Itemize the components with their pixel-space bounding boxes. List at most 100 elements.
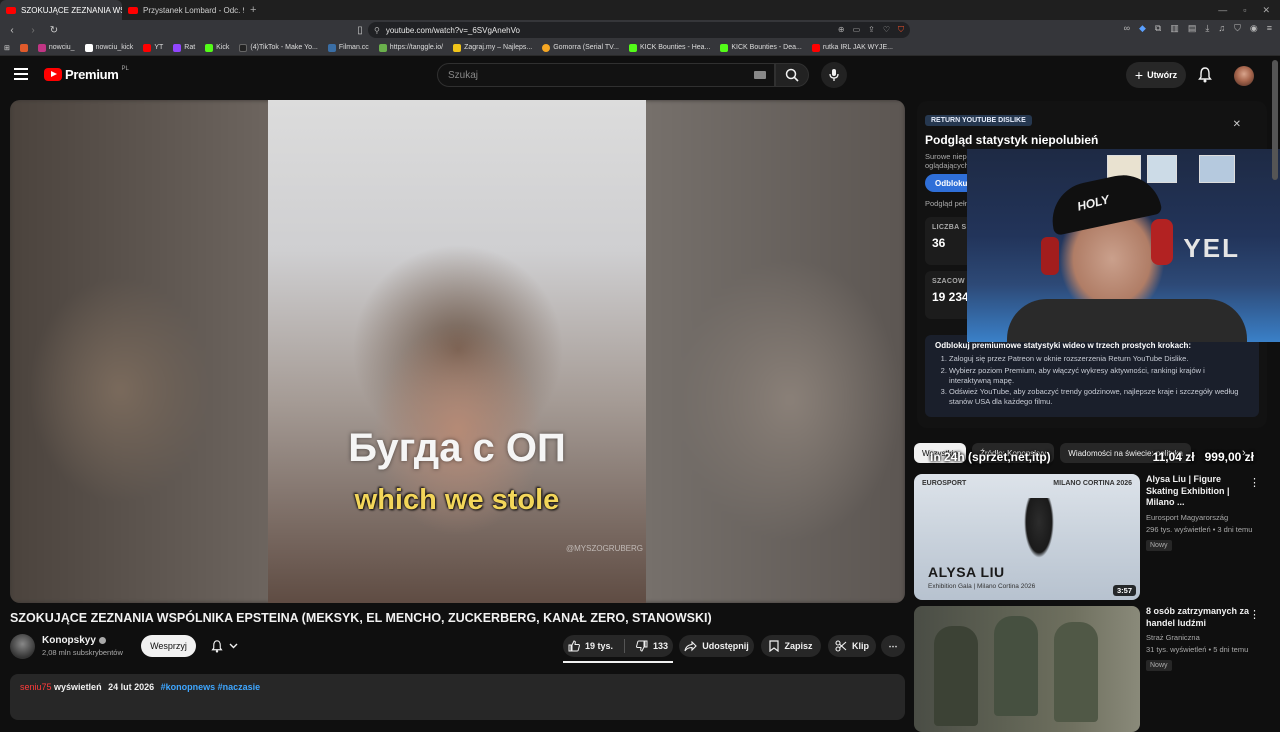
- like-ratio-bar: [563, 661, 673, 663]
- bookmark-item[interactable]: Zagraj.my – Najleps...: [453, 43, 532, 52]
- bookmark-item[interactable]: (4)TikTok - Make Yo...: [239, 43, 318, 52]
- bookmark-item[interactable]: Rat: [173, 43, 195, 52]
- logo-text: Premium: [65, 67, 119, 82]
- save-button[interactable]: Zapisz: [761, 635, 821, 657]
- profile-icon[interactable]: ◉: [1250, 23, 1258, 34]
- voice-search-button[interactable]: [821, 62, 847, 88]
- extensions-icon[interactable]: ⧉: [1155, 23, 1161, 34]
- share-button[interactable]: Udostępnij: [679, 635, 754, 657]
- stream-goal-current: 11,04 zł: [1152, 450, 1195, 464]
- hamburger-menu-icon[interactable]: [14, 68, 28, 80]
- more-options-icon[interactable]: ⋮: [1249, 476, 1260, 489]
- sidebar-icon[interactable]: ▥: [1170, 23, 1179, 34]
- account-avatar[interactable]: [1234, 66, 1254, 86]
- bookmark-item[interactable]: nowciu_kick: [84, 43, 133, 52]
- kick-icon: [205, 43, 214, 52]
- address-bar-row: ‹ › ↻ ▯ ⚲ youtube.com/watch?v=_6SVgAnehV…: [0, 20, 1280, 40]
- close-icon[interactable]: ✕: [1233, 119, 1241, 130]
- video-player[interactable]: Бугда с ОП which we stole @MYSZOGRUBERG: [10, 100, 905, 603]
- video-watermark: @MYSZOGRUBERG: [566, 544, 644, 553]
- recommended-channel[interactable]: Eurosport Magyarország: [1146, 513, 1254, 522]
- bookmark-item[interactable]: KICK Bounties - Hea...: [628, 43, 710, 52]
- back-icon[interactable]: ‹: [6, 25, 18, 36]
- bookmark-star-icon[interactable]: ♡: [883, 25, 890, 35]
- dislike-button[interactable]: 133: [636, 640, 668, 652]
- description-hashtags[interactable]: #konopnews #naczasie: [161, 682, 261, 692]
- youtube-header: Premium PL Szukaj + Utwórz: [0, 57, 1280, 93]
- search-icon: [785, 68, 799, 82]
- brave-shield-icon[interactable]: ⛉: [898, 25, 904, 35]
- youtube-favicon-icon: [6, 6, 16, 14]
- media-icon[interactable]: ♫: [1218, 23, 1225, 34]
- youtube-premium-logo[interactable]: Premium PL: [44, 65, 129, 82]
- recommended-channel[interactable]: Straż Graniczna: [1146, 633, 1254, 642]
- video-info: 8 osób zatrzymanych za handel ludźmi Str…: [1146, 606, 1254, 672]
- zoom-icon[interactable]: ⊕: [838, 25, 845, 35]
- bookmark-item[interactable]: YT: [143, 43, 163, 52]
- streamer-webcam-overlay: YEL HOLY: [967, 149, 1280, 342]
- bookmark-item[interactable]: Kick: [205, 43, 229, 52]
- bookmark-item[interactable]: Filman.cc: [327, 43, 369, 52]
- bookmark-item[interactable]: https://tanggle.io/: [378, 43, 443, 52]
- rewards-icon[interactable]: ⛉: [1234, 23, 1241, 34]
- maximize-icon[interactable]: ▫: [1243, 5, 1246, 16]
- like-button[interactable]: 19 tys.: [568, 640, 613, 652]
- keyboard-icon[interactable]: [754, 71, 766, 79]
- extension-icon[interactable]: ◆: [1139, 23, 1146, 34]
- downloads-icon[interactable]: ⤓: [1205, 23, 1209, 34]
- url-field[interactable]: ⚲ youtube.com/watch?v=_6SVgAnehVo ⊕ ▭ ⇪ …: [368, 22, 910, 38]
- new-badge: Nowy: [1146, 540, 1172, 552]
- bookmark-page-icon[interactable]: ▯: [354, 25, 366, 36]
- install-icon[interactable]: ▭: [853, 25, 861, 35]
- recommended-video[interactable]: EUROSPORT MILANO CORTINA 2026 ALYSA LIU …: [914, 474, 1270, 600]
- video-frame: [268, 100, 646, 603]
- bookmark-item[interactable]: Gomorra (Serial TV...: [542, 43, 619, 52]
- more-options-icon[interactable]: ⋮: [1249, 608, 1260, 621]
- bookmark-item[interactable]: [19, 43, 28, 52]
- scrollbar-thumb[interactable]: [1272, 60, 1278, 180]
- support-button[interactable]: Wesprzyj: [141, 635, 196, 657]
- bookmark-item[interactable]: KICK Bounties - Dea...: [720, 43, 802, 52]
- bookmark-item[interactable]: nowciu_: [37, 43, 75, 52]
- description-box[interactable]: seniu75 wyświetleń 24 lut 2026 #konopnew…: [10, 674, 905, 720]
- recommended-video[interactable]: 8 osób zatrzymanych za handel ludźmi Str…: [914, 606, 1270, 732]
- notification-settings-button[interactable]: [203, 635, 245, 657]
- thumbs-down-icon: [636, 640, 648, 652]
- recommended-title[interactable]: 8 osób zatrzymanych za handel ludźmi: [1146, 606, 1254, 629]
- menu-icon[interactable]: ≡: [1267, 23, 1272, 34]
- bookmark-item[interactable]: rutka IRL JAK WYJE...: [811, 43, 893, 52]
- browser-tab-active[interactable]: SZOKUJĄCE ZEZNANIA WSPÓ ✕: [0, 0, 122, 20]
- ryd-step: Zaloguj się przez Patreon w oknie rozsze…: [949, 354, 1249, 364]
- search-input[interactable]: Szukaj: [437, 63, 775, 87]
- close-window-icon[interactable]: ✕: [1262, 5, 1270, 16]
- headphone-right: [1151, 219, 1173, 265]
- browser-tab[interactable]: Przystanek Lombard - Odc. 99 "Bez p ✕: [122, 0, 244, 20]
- new-tab-icon[interactable]: +: [244, 4, 262, 16]
- create-button[interactable]: + Utwórz: [1126, 62, 1186, 88]
- search-button[interactable]: [775, 63, 809, 87]
- forward-icon[interactable]: ›: [27, 25, 39, 36]
- tab-title: SZOKUJĄCE ZEZNANIA WSPÓ: [21, 5, 122, 15]
- thumbnail-brand: MILANO CORTINA 2026: [1053, 480, 1132, 487]
- vpn-icon[interactable]: ∞: [1124, 23, 1130, 34]
- ryd-badge: RETURN YOUTUBE DISLIKE: [925, 115, 1032, 126]
- tiktok-icon: [239, 43, 248, 52]
- logo-region: PL: [121, 65, 129, 72]
- subscriber-count: 2,08 mln subskrybentów: [42, 648, 123, 657]
- channel-name-link[interactable]: Konopskyy: [42, 635, 106, 646]
- new-badge: Nowy: [1146, 660, 1172, 672]
- channel-avatar[interactable]: [10, 634, 35, 659]
- more-actions-icon[interactable]: ⋯: [881, 635, 905, 657]
- clip-button[interactable]: Klip: [828, 635, 876, 657]
- site-info-icon[interactable]: ⚲: [374, 26, 380, 35]
- share-page-icon[interactable]: ⇪: [868, 25, 875, 35]
- apps-grid-icon[interactable]: ⊞: [4, 44, 10, 52]
- video-thumbnail[interactable]: [914, 606, 1140, 732]
- reload-icon[interactable]: ↻: [48, 25, 60, 36]
- wallet-icon[interactable]: ▤: [1188, 23, 1197, 34]
- minimize-icon[interactable]: —: [1218, 5, 1227, 16]
- recommended-title[interactable]: Alysa Liu | Figure Skating Exhibition | …: [1146, 474, 1254, 509]
- notifications-bell-icon[interactable]: [1198, 67, 1212, 88]
- page-scrollbar[interactable]: [1272, 60, 1278, 716]
- video-thumbnail[interactable]: EUROSPORT MILANO CORTINA 2026 ALYSA LIU …: [914, 474, 1140, 600]
